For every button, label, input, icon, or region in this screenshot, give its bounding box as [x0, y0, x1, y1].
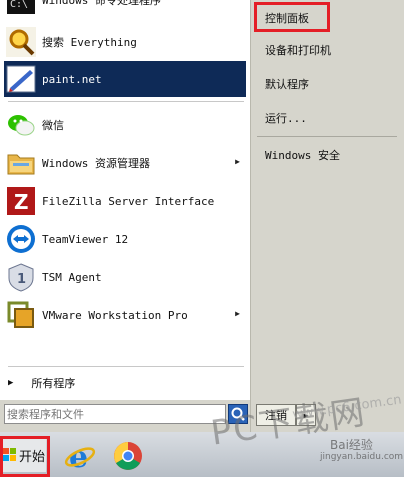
program-label: FileZilla Server Interface — [42, 194, 215, 208]
svg-text:Z: Z — [14, 190, 29, 214]
program-explorer[interactable]: Windows 资源管理器 ▶ — [4, 145, 246, 181]
program-label: Windows 资源管理器 — [42, 157, 150, 170]
svg-text:C:\: C:\ — [10, 0, 28, 10]
highlight-box-control-panel — [254, 2, 330, 32]
filezilla-icon: Z — [6, 186, 36, 216]
submenu-arrow-icon: ▶ — [235, 157, 240, 166]
submenu-arrow-icon: ▶ — [235, 309, 240, 318]
program-label: paint.net — [42, 72, 102, 86]
watermark-baidu-url: jingyan.baidu.com — [320, 452, 404, 462]
all-programs-button[interactable]: ▶ 所有程序 — [6, 372, 244, 394]
folder-icon — [6, 148, 36, 178]
wechat-icon — [6, 110, 36, 140]
start-menu: C:\ Windows 命令处理程序 搜索 Everything paint.n… — [0, 0, 404, 432]
program-vmware[interactable]: VMware Workstation Pro ▶ — [4, 297, 246, 333]
right-pane: 控制面板 设备和打印机 默认程序 运行... Windows 安全 — [250, 0, 404, 432]
all-programs-label: 所有程序 — [31, 377, 76, 390]
program-search-everything[interactable]: 搜索 Everything — [4, 24, 246, 60]
expand-arrow-icon: ▶ — [8, 378, 14, 388]
program-paintnet[interactable]: paint.net — [4, 61, 246, 97]
divider — [257, 136, 397, 137]
program-tsm-agent[interactable]: 1 TSM Agent — [4, 259, 246, 295]
search-everything-icon — [6, 27, 36, 57]
cmd-icon: C:\ — [6, 0, 36, 15]
default-programs-link[interactable]: 默认程序 — [259, 70, 404, 98]
program-cmd[interactable]: C:\ Windows 命令处理程序 — [4, 0, 246, 18]
tsm-icon: 1 — [6, 262, 36, 292]
program-teamviewer[interactable]: TeamViewer 12 — [4, 221, 246, 257]
right-item-label: 设备和打印机 — [265, 44, 331, 57]
windows-security-link[interactable]: Windows 安全 — [259, 141, 404, 169]
watermark-baidu: Bai经验 — [330, 438, 373, 452]
programs-pane: C:\ Windows 命令处理程序 搜索 Everything paint.n… — [0, 0, 250, 400]
chrome-icon[interactable] — [112, 440, 144, 472]
highlight-box-start — [0, 436, 50, 477]
search-input[interactable] — [5, 406, 219, 422]
program-label: Windows 命令处理程序 — [42, 0, 161, 7]
right-item-label: 默认程序 — [265, 78, 309, 91]
ie-icon[interactable]: e — [64, 440, 96, 475]
search-box[interactable] — [4, 404, 226, 424]
paintnet-icon — [6, 64, 36, 94]
devices-printers-link[interactable]: 设备和打印机 — [259, 36, 404, 64]
vmware-icon — [6, 300, 36, 330]
divider — [8, 366, 244, 367]
program-wechat[interactable]: 微信 — [4, 107, 246, 143]
run-link[interactable]: 运行... — [259, 104, 404, 132]
program-label: 微信 — [42, 119, 64, 132]
program-label: TeamViewer 12 — [42, 232, 129, 246]
program-label: VMware Workstation Pro — [42, 308, 188, 322]
program-label: 搜索 Everything — [42, 36, 137, 49]
program-filezilla[interactable]: Z FileZilla Server Interface — [4, 183, 246, 219]
svg-text:1: 1 — [17, 272, 26, 287]
teamviewer-icon — [6, 224, 36, 254]
right-item-label: Windows 安全 — [265, 149, 340, 162]
program-label: TSM Agent — [42, 270, 102, 284]
divider — [8, 101, 244, 102]
right-item-label: 运行... — [265, 112, 307, 125]
